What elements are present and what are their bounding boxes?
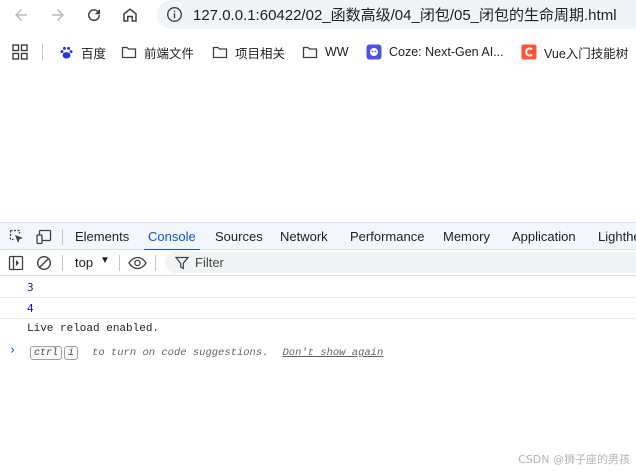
bookmarks-bar: 百度 前端文件 项目相关 WW Coze: Next-Gen AI... Vue… <box>0 36 636 66</box>
console-log-row: 4 <box>0 298 636 319</box>
console-message-row: Live reload enabled. <box>0 319 636 340</box>
site-info-icon[interactable] <box>165 6 183 24</box>
bookmark-folder-frontend[interactable]: 前端文件 <box>121 43 194 61</box>
tab-lighthouse[interactable]: Lighthe <box>598 223 636 250</box>
folder-icon <box>302 44 318 60</box>
devtools-divider <box>62 229 63 245</box>
bookmark-baidu[interactable]: 百度 <box>58 43 106 61</box>
tab-console[interactable]: Console <box>144 223 200 251</box>
tab-performance[interactable]: Performance <box>350 223 424 250</box>
hint-text: to turn on code suggestions. <box>92 347 269 359</box>
caret-down-icon[interactable]: ▼ <box>100 255 110 266</box>
tab-memory[interactable]: Memory <box>443 223 490 250</box>
key-i: i <box>64 346 79 360</box>
reload-button[interactable] <box>83 4 105 26</box>
bookmark-coze[interactable]: Coze: Next-Gen AI... <box>366 43 504 61</box>
filter-placeholder: Filter <box>195 255 224 270</box>
filter-funnel-icon <box>175 256 189 270</box>
bookmark-folder-projects[interactable]: 项目相关 <box>212 43 285 61</box>
console-prompt[interactable]: › ctrl i to turn on code suggestions. Do… <box>0 340 636 366</box>
tab-application[interactable]: Application <box>512 223 576 250</box>
log-message: Live reload enabled. <box>27 323 160 335</box>
clear-console-icon[interactable] <box>36 255 52 271</box>
forward-arrow-icon <box>52 9 64 21</box>
bookmark-label: Coze: Next-Gen AI... <box>389 45 504 59</box>
tab-elements[interactable]: Elements <box>75 223 129 250</box>
sidebar-toggle-icon[interactable] <box>8 255 24 271</box>
tab-sources[interactable]: Sources <box>215 223 263 250</box>
inspect-element-icon[interactable] <box>9 229 25 245</box>
devtools-panel: Elements Console Sources Network Perform… <box>0 222 636 471</box>
toolbar-divider <box>62 255 63 271</box>
baidu-paw-icon <box>58 44 74 60</box>
coze-icon <box>366 44 382 60</box>
device-toolbar-icon[interactable] <box>36 229 52 245</box>
reload-icon <box>88 9 101 22</box>
console-toolbar: top ▼ Filter <box>0 250 636 276</box>
address-url[interactable]: 127.0.0.1:60422/02_函数高级/04_闭包/05_闭包的生命周期… <box>193 4 617 25</box>
home-button[interactable] <box>119 4 141 26</box>
apps-grid-icon[interactable] <box>12 44 28 60</box>
csdn-icon <box>521 44 537 60</box>
toolbar-divider <box>119 255 120 271</box>
bookmark-label: Vue入门技能树 <box>544 46 629 61</box>
folder-icon <box>121 44 137 60</box>
back-arrow-icon <box>15 9 27 21</box>
bookmark-label: 百度 <box>81 46 107 61</box>
address-bar[interactable]: 127.0.0.1:60422/02_函数高级/04_闭包/05_闭包的生命周期… <box>157 0 636 29</box>
prompt-chevron-icon: › <box>10 343 16 358</box>
console-output: 3 4 Live reload enabled. › ctrl i to tur… <box>0 277 636 366</box>
eye-icon[interactable] <box>128 255 147 271</box>
tab-network[interactable]: Network <box>280 223 328 250</box>
bookmark-folder-ww[interactable]: WW <box>302 43 349 61</box>
home-icon <box>123 8 137 22</box>
devtools-tab-bar: Elements Console Sources Network Perform… <box>0 222 636 251</box>
bookmark-label: 项目相关 <box>235 46 286 61</box>
filter-input[interactable]: Filter <box>165 252 636 273</box>
context-selector[interactable]: top <box>75 255 93 270</box>
log-value: 3 <box>27 281 34 294</box>
bookmark-label: 前端文件 <box>144 46 195 61</box>
folder-icon <box>212 44 228 60</box>
dont-show-again-link[interactable]: Don't show again <box>282 347 383 359</box>
log-value: 4 <box>27 302 34 315</box>
bookmark-label: WW <box>325 45 349 59</box>
back-button[interactable] <box>10 4 32 26</box>
bookmarks-divider <box>42 44 43 60</box>
watermark: CSDN @狮子座的男孩 <box>518 453 630 466</box>
code-suggestion-hint: ctrl i to turn on code suggestions. Don'… <box>30 346 383 360</box>
toolbar-divider <box>155 255 156 271</box>
forward-button[interactable] <box>47 4 69 26</box>
console-log-row: 3 <box>0 277 636 298</box>
bookmark-vue[interactable]: Vue入门技能树 <box>521 43 628 61</box>
key-ctrl: ctrl <box>30 346 63 360</box>
browser-toolbar: 127.0.0.1:60422/02_函数高级/04_闭包/05_闭包的生命周期… <box>0 0 636 30</box>
